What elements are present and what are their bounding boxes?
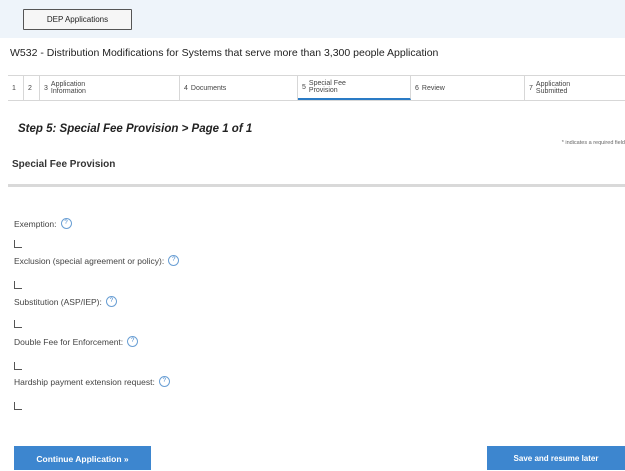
step-number: 4 [184,84,188,92]
help-icon[interactable]: ? [105,296,117,307]
dep-applications-button[interactable]: DEP Applications [23,9,132,30]
step-label: Special Fee Provision [308,80,346,94]
step-label: Documents [190,84,227,92]
step-number: 7 [529,84,533,92]
help-icon[interactable]: ? [60,218,72,229]
exemption-checkbox[interactable] [14,240,22,248]
substitution-checkbox[interactable] [14,320,22,328]
field-label-text: Double Fee for Enforcement: [14,336,124,347]
step-1[interactable]: 1 [8,76,24,100]
step-6[interactable]: 6 Review [411,76,525,100]
step-3[interactable]: 3 Application Information [40,76,180,100]
help-icon[interactable]: ? [158,376,170,387]
step-heading: Step 5: Special Fee Provision > Page 1 o… [18,123,253,135]
step-label: Review [421,84,445,92]
substitution-label: Substitution (ASP/IEP): ? [14,296,117,307]
section-divider [8,184,625,187]
help-icon[interactable]: ? [127,336,139,347]
help-icon[interactable]: ? [168,255,180,266]
section-title: Special Fee Provision [12,159,116,170]
exemption-label: Exemption: ? [14,218,72,229]
field-label-text: Exclusion (special agreement or policy): [14,255,165,266]
top-bar: DEP Applications [0,0,625,38]
save-and-resume-later-button[interactable]: Save and resume later [487,446,625,470]
continue-application-button[interactable]: Continue Application » [14,446,151,470]
step-number: 6 [415,84,419,92]
step-4[interactable]: 4 Documents [180,76,298,100]
step-5[interactable]: 5 Special Fee Provision [298,76,411,100]
field-label-text: Substitution (ASP/IEP): [14,296,102,307]
step-7[interactable]: 7 Application Submitted [525,76,625,100]
field-label-text: Exemption: [14,218,57,229]
double-fee-label: Double Fee for Enforcement: ? [14,336,139,347]
step-number: 5 [302,83,306,91]
hardship-label: Hardship payment extension request: ? [14,376,170,387]
step-number: 1 [12,84,16,92]
exclusion-checkbox[interactable] [14,281,22,289]
double-fee-checkbox[interactable] [14,362,22,370]
step-label: Application Information [50,81,86,95]
exclusion-label: Exclusion (special agreement or policy):… [14,255,180,266]
hardship-checkbox[interactable] [14,402,22,410]
step-number: 3 [44,84,48,92]
step-label: Application Submitted [535,81,571,95]
step-number: 2 [28,84,32,92]
application-title: W532 - Distribution Modifications for Sy… [10,47,439,59]
step-2[interactable]: 2 [24,76,40,100]
field-label-text: Hardship payment extension request: [14,376,155,387]
step-progress-bar: 1 2 3 Application Information 4 Document… [8,75,625,101]
required-field-note: * indicates a required field [561,140,625,146]
